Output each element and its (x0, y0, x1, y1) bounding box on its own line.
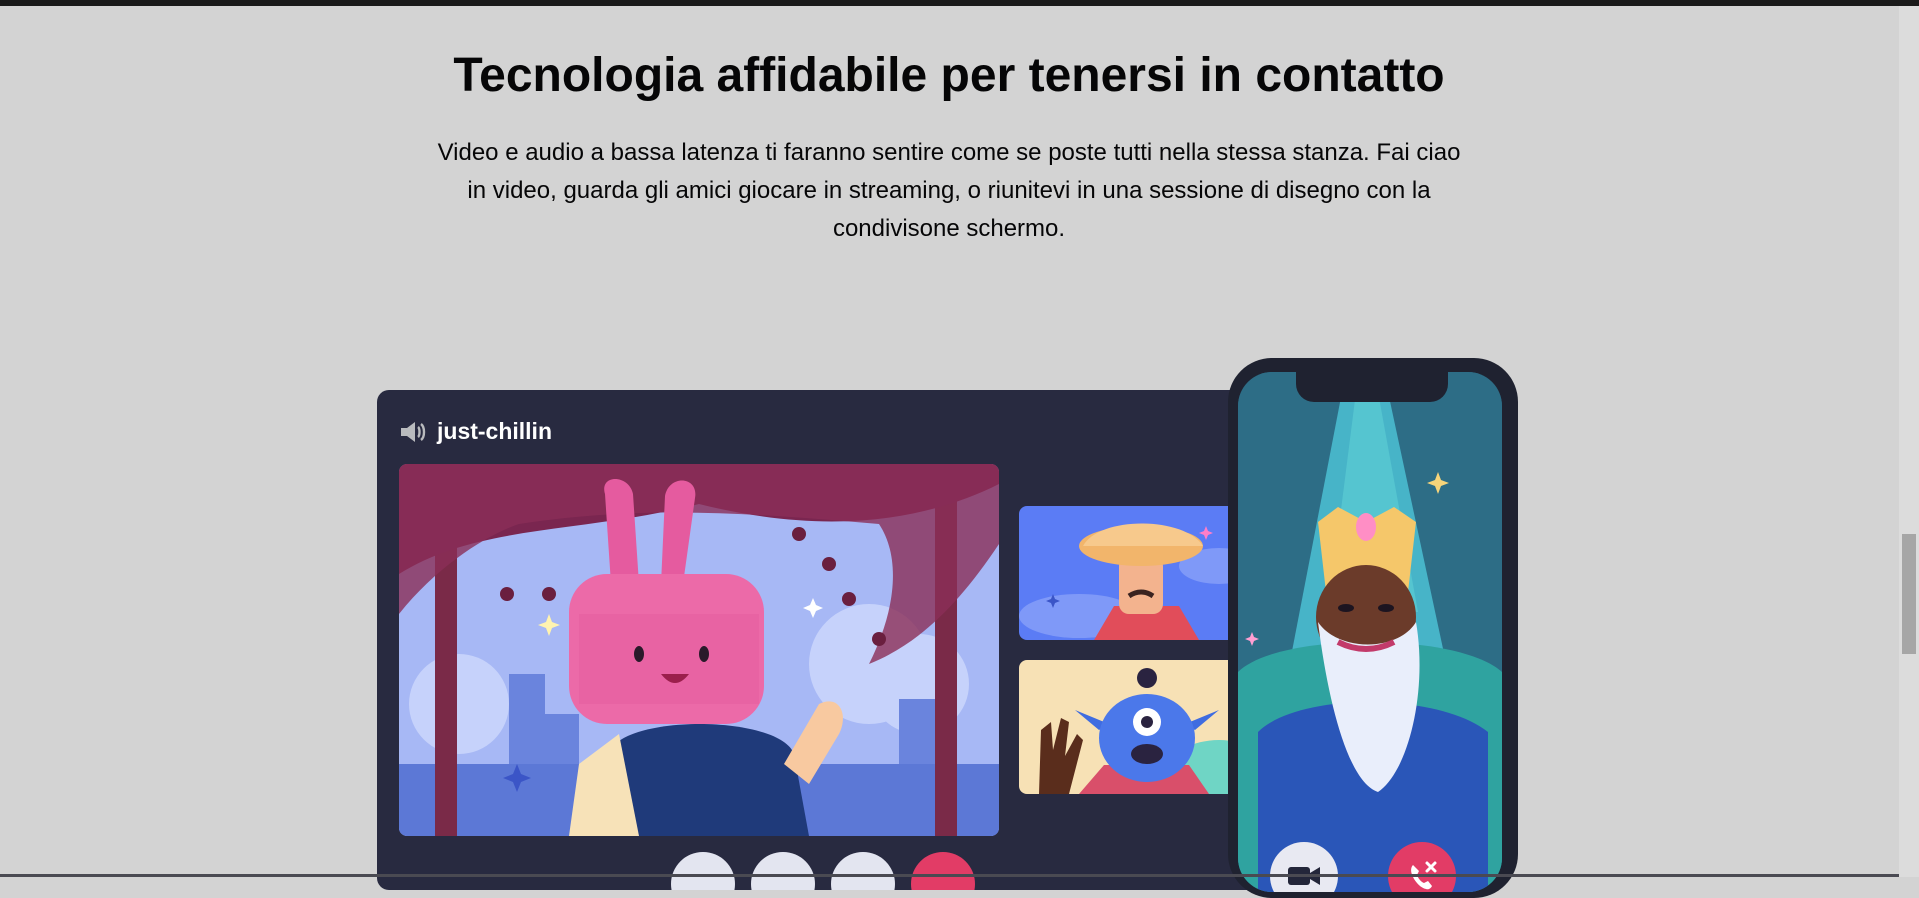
section-description: Video e audio a bassa latenza ti faranno… (437, 139, 1461, 242)
screen-share-button[interactable] (751, 852, 815, 890)
phone-mockup (1228, 358, 1518, 898)
section-heading: Tecnologia affidabile per tenersi in con… (453, 49, 1445, 102)
participant-tile-mushroom-hat[interactable] (1019, 506, 1246, 640)
voice-channel-header: just-chillin (399, 418, 552, 445)
page-scrollbar[interactable] (1899, 6, 1919, 877)
speaker-icon (399, 420, 427, 444)
desktop-call-window: just-chillin (377, 390, 1268, 890)
scrollbar-thumb[interactable] (1902, 534, 1916, 654)
participant-tile-blue-cyclops[interactable] (1019, 660, 1246, 794)
mushroom-hat-character-illustration (1019, 506, 1246, 640)
voice-channel-name: just-chillin (437, 418, 552, 444)
phone-screen (1238, 372, 1502, 892)
wizard-character-illustration (1238, 372, 1502, 892)
browser-top-edge (0, 0, 1919, 6)
phone-notch (1296, 370, 1448, 402)
main-video-tile[interactable] (399, 464, 999, 836)
microphone-button[interactable] (831, 852, 895, 890)
camera-button[interactable] (671, 852, 735, 890)
blue-cyclops-character-illustration (1019, 660, 1246, 794)
hang-up-button[interactable] (911, 852, 975, 890)
bunny-character-illustration (399, 464, 999, 836)
